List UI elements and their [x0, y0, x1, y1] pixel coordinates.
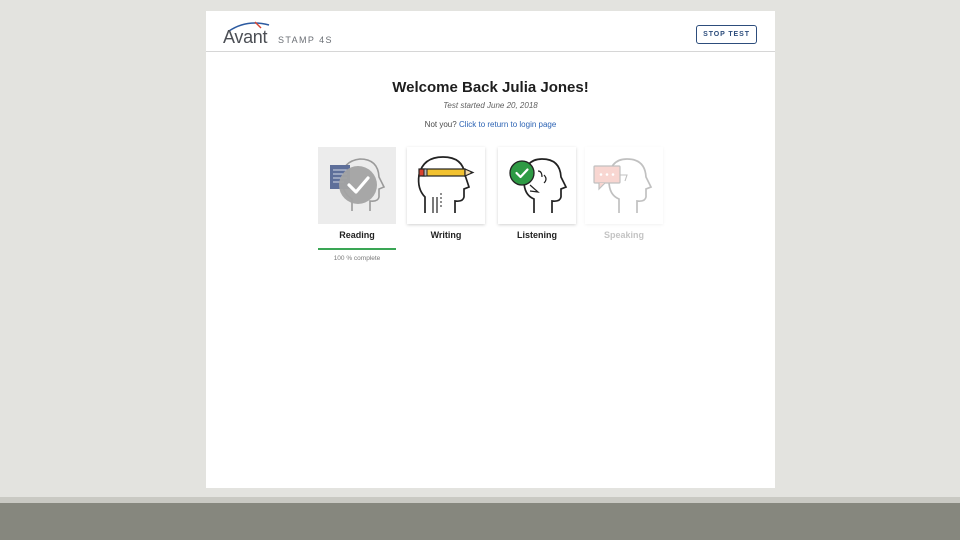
logo-wordmark: Avant [223, 27, 268, 47]
slide-footer-band [0, 497, 960, 540]
stop-test-button[interactable]: STOP TEST [696, 25, 757, 44]
slide-footer-line [0, 497, 960, 503]
welcome-title: Welcome Back Julia Jones! [392, 79, 589, 96]
section-card-speaking [585, 147, 663, 224]
app-window: Avant STAMP 4S STOP TEST Welcome Back Ju… [206, 11, 775, 488]
logo-product-name: STAMP 4S [278, 35, 333, 45]
writing-icon [417, 156, 475, 213]
test-started-text: Test started June 20, 2018 [443, 101, 538, 110]
section-card-reading[interactable] [318, 147, 396, 224]
section-label-listening: Listening [517, 230, 557, 240]
section-label-writing: Writing [430, 230, 462, 240]
section-label-reading: Reading [339, 230, 375, 240]
not-you-text: Not you? [424, 120, 457, 129]
section-label-speaking: Speaking [603, 230, 644, 240]
app-header: Avant STAMP 4S STOP TEST [206, 11, 775, 52]
listening-icon [509, 158, 568, 213]
reading-icon [330, 158, 386, 211]
not-you-line: Not you? Click to return to login page [206, 120, 775, 129]
reading-progress-bar [318, 248, 396, 250]
reading-progress-text: 100 % complete [333, 255, 381, 262]
section-card-listening[interactable] [498, 147, 576, 224]
speaking-icon [593, 158, 653, 213]
return-to-login-link[interactable]: Click to return to login page [459, 120, 556, 129]
section-card-writing[interactable] [407, 147, 485, 224]
